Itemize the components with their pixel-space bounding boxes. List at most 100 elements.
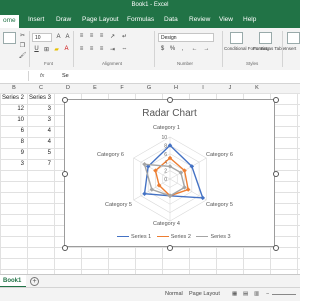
page-layout-view-button[interactable]: Page Layout [189,291,220,297]
borders-icon[interactable]: ⊞ [42,45,51,53]
chart-resize-handle[interactable] [62,97,68,103]
table-cell[interactable]: 8 [2,139,24,145]
table-cell[interactable]: 7 [29,161,51,167]
view-page-icon[interactable]: ▤ [243,291,248,297]
percent-icon[interactable]: % [168,45,177,53]
series-point[interactable] [185,187,191,192]
insert-cells-icon[interactable] [287,32,300,44]
table-cell[interactable]: 3 [29,117,51,123]
tab-help[interactable]: Help [243,16,256,23]
tab-page-layout[interactable]: Page Layout [82,16,119,23]
chart-legend[interactable]: Series 1 Series 2 Series 3 [117,234,235,240]
chart-resize-handle[interactable] [62,171,68,177]
align-left-icon[interactable]: ≡ [77,45,86,53]
radar-chart[interactable]: Radar Chart 0 2 4 6 8 10 Category 1 Category … [64,99,275,247]
chart-resize-handle[interactable] [167,97,173,103]
column-header[interactable]: H [171,85,181,91]
currency-icon[interactable]: $ [158,45,167,53]
font-color-icon[interactable]: A [62,45,71,53]
fx-icon[interactable]: fx [40,73,44,79]
column-header[interactable]: B [9,85,19,91]
table-cell[interactable]: 6 [2,128,24,134]
number-format-select[interactable]: Design [158,33,214,42]
chart-resize-handle[interactable] [62,245,68,251]
table-cell[interactable]: 3 [2,161,24,167]
table-header-cell[interactable]: Series 2 [2,95,24,101]
category-label: Category 1 [153,125,180,131]
view-break-icon[interactable]: ▥ [254,291,259,297]
format-as-table-icon[interactable] [259,32,272,44]
tab-draw[interactable]: Draw [56,16,71,23]
table-cell[interactable]: 9 [2,150,24,156]
chart-resize-handle[interactable] [167,245,173,251]
table-cell[interactable]: 5 [29,150,51,156]
chart-resize-handle[interactable] [273,97,279,103]
table-cell[interactable]: 10 [2,117,24,123]
merge-center-icon[interactable]: ⇔ [120,45,129,53]
tab-review[interactable]: Review [189,16,210,23]
align-top-icon[interactable]: ≡ [77,32,86,40]
insert-cells-button[interactable]: Insert [285,46,296,51]
series-point[interactable] [149,187,155,192]
legend-swatch [156,235,169,238]
format-as-table-button[interactable]: Format as Table [253,46,285,51]
add-sheet-icon[interactable]: + [30,277,39,286]
column-header[interactable]: I [198,85,208,91]
series-point[interactable] [200,195,205,201]
fill-color-icon[interactable]: ▰ [52,45,61,53]
tab-insert[interactable]: Insert [28,16,44,23]
chart-resize-handle[interactable] [273,171,279,177]
formula-input[interactable]: Se [62,73,69,79]
orientation-icon[interactable]: ↗ [108,32,117,40]
zoom-slider[interactable] [272,294,296,295]
font-size-select[interactable]: 10 [32,33,52,42]
legend-item: Series 3 [196,234,231,240]
table-header-cell[interactable]: Series 3 [29,95,51,101]
indent-icon[interactable]: ⇥ [108,45,117,53]
align-bottom-icon[interactable]: ≡ [97,32,106,40]
underline-icon[interactable]: U [32,45,41,53]
table-cell[interactable]: 12 [2,106,24,112]
increase-font-icon[interactable]: A [54,33,63,41]
styles-group-label: Styles [246,61,259,66]
column-header[interactable]: E [90,85,100,91]
name-box[interactable] [0,71,29,81]
conditional-formatting-icon[interactable] [230,32,243,44]
paste-icon[interactable] [3,32,16,44]
copy-icon[interactable]: ❐ [18,41,27,49]
tab-home[interactable]: ome [0,15,19,28]
column-header[interactable]: J [225,85,235,91]
align-right-icon[interactable]: ≡ [97,45,106,53]
table-cell[interactable]: 3 [29,106,51,112]
zoom-out-icon[interactable]: − [266,291,269,297]
align-center-icon[interactable]: ≡ [87,45,96,53]
column-header[interactable]: C [36,85,46,91]
align-middle-icon[interactable]: ≡ [87,32,96,40]
ribbon-tabs: ome Insert Draw Page Layout Formulas Dat… [0,13,300,28]
decrease-decimal-icon[interactable]: → [202,45,211,53]
column-header[interactable]: D [63,85,73,91]
tab-data[interactable]: Data [164,16,178,23]
tab-formulas[interactable]: Formulas [127,16,154,23]
increase-decimal-icon[interactable]: ← [190,45,199,53]
column-header[interactable]: K [252,85,262,91]
category-label: Category 5 [206,202,233,208]
wrap-text-icon[interactable]: ↵ [120,32,129,40]
comma-style-icon[interactable]: , [178,45,187,53]
cut-icon[interactable]: ✂ [18,31,27,39]
view-normal-icon[interactable]: ▦ [232,291,237,297]
table-cell[interactable]: 4 [29,128,51,134]
chart-resize-handle[interactable] [273,245,279,251]
format-painter-icon[interactable]: 🖌 [18,51,27,59]
series-point[interactable] [142,162,147,167]
table-cell[interactable]: 4 [29,139,51,145]
column-header[interactable]: F [117,85,127,91]
column-header[interactable]: G [144,85,154,91]
decrease-font-icon[interactable]: A [63,33,72,41]
series-point[interactable] [142,191,147,196]
conditional-formatting-button[interactable]: Conditional Formatting [224,46,269,51]
normal-view-button[interactable]: Normal [165,291,183,297]
category-label: Category 4 [153,221,180,227]
tab-view[interactable]: View [219,16,233,23]
ribbon-separator [29,31,30,67]
